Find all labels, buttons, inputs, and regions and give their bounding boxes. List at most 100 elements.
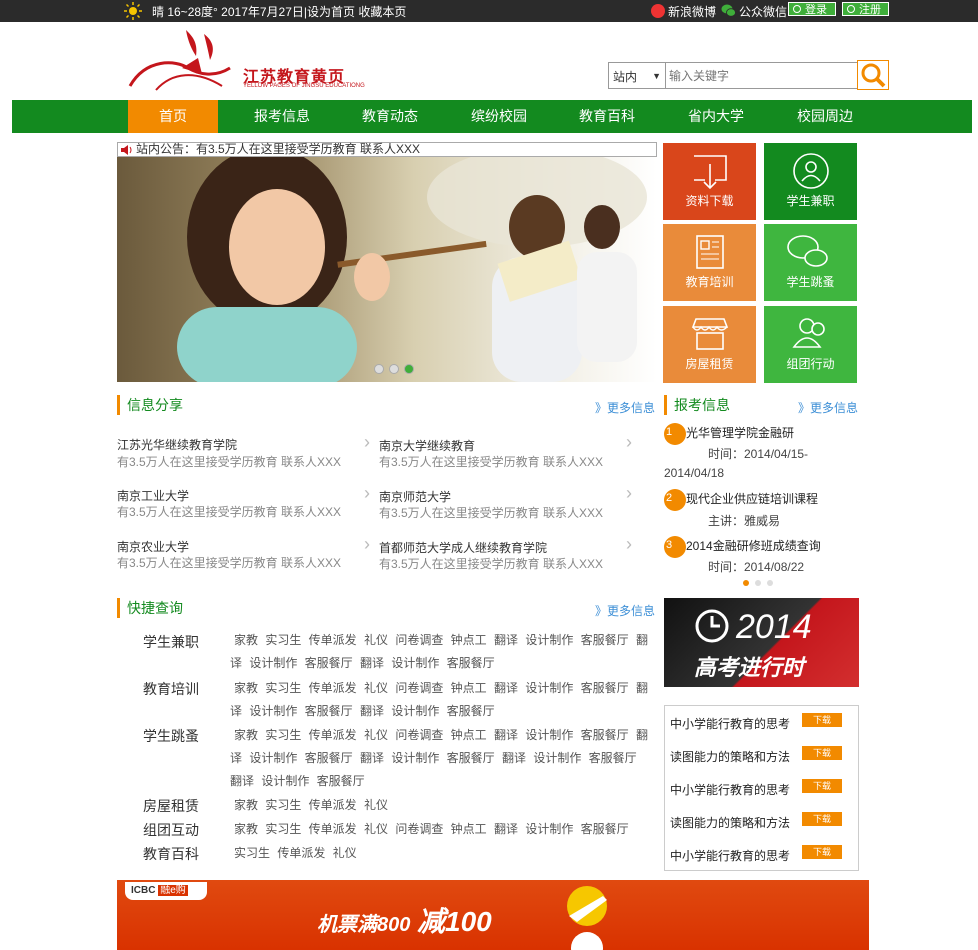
gaokao-2014-banner[interactable]: 2014 高考进行时 bbox=[664, 598, 859, 687]
tile-part-time[interactable]: 学生兼职 bbox=[764, 143, 857, 220]
search-scope-select[interactable]: 站内 ▼ bbox=[608, 62, 666, 89]
tile-download[interactable]: 资料下载 bbox=[663, 143, 756, 220]
quick-query-more-link[interactable]: 》更多信息 bbox=[595, 602, 655, 619]
logo-mark bbox=[128, 30, 231, 91]
login-button[interactable]: 登录 bbox=[788, 2, 836, 16]
query-category[interactable]: 组团互动 bbox=[143, 820, 199, 840]
query-tags[interactable]: 家教 实习生 传单派发 礼仪 bbox=[234, 794, 655, 817]
chevron-right-icon[interactable]: › bbox=[626, 483, 632, 504]
nav-item-edu-news[interactable]: 教育动态 bbox=[345, 100, 435, 133]
sun-icon bbox=[124, 2, 142, 20]
wechat-icon[interactable] bbox=[721, 4, 736, 17]
exam-item-time: 时间：2014/04/15- bbox=[708, 447, 809, 461]
chevron-right-icon[interactable]: › bbox=[364, 534, 370, 555]
exam-pager-dot-1[interactable] bbox=[743, 580, 749, 586]
exam-item-time: 时间：2014/08/22 bbox=[708, 560, 805, 574]
download-item-title[interactable]: 读图能力的策略和方法 bbox=[670, 748, 790, 765]
info-share-more-link[interactable]: 》更多信息 bbox=[595, 399, 655, 416]
tile-flea-market-label: 学生跳蚤 bbox=[786, 275, 835, 289]
query-category[interactable]: 学生跳蚤 bbox=[143, 726, 199, 746]
chevron-right-icon[interactable]: › bbox=[364, 483, 370, 504]
carousel-dot-2[interactable] bbox=[389, 364, 399, 374]
exam-info-more-link[interactable]: 》更多信息 bbox=[798, 399, 858, 416]
search-input[interactable] bbox=[666, 62, 859, 89]
share-item-title[interactable]: 南京大学继续教育 bbox=[379, 437, 475, 454]
query-category[interactable]: 学生兼职 bbox=[143, 632, 199, 652]
nav-item-campus-nearby[interactable]: 校园周边 bbox=[780, 100, 870, 133]
exam-item-time-end: 2014/04/18 bbox=[664, 466, 725, 480]
query-tags[interactable]: 家教 实习生 传单派发 礼仪 问卷调查 钟点工 翻译 设计制作 客服餐厅 翻译 … bbox=[230, 724, 655, 793]
download-item-title[interactable]: 中小学能行教育的思考 bbox=[670, 847, 790, 864]
tile-training[interactable]: 教育培训 bbox=[663, 224, 756, 301]
exam-pager-dot-2[interactable] bbox=[755, 580, 761, 586]
tile-group[interactable]: 组团行动 bbox=[764, 306, 857, 383]
download-item-title[interactable]: 中小学能行教育的思考 bbox=[670, 715, 790, 732]
tile-group-label: 组团行动 bbox=[786, 357, 835, 371]
clock-icon bbox=[695, 609, 729, 643]
share-item-title[interactable]: 南京农业大学 bbox=[117, 538, 189, 555]
download-item-title[interactable]: 读图能力的策略和方法 bbox=[670, 814, 790, 831]
query-tags[interactable]: 实习生 传单派发 礼仪 bbox=[234, 842, 655, 865]
download-button[interactable]: 下载 bbox=[802, 845, 842, 859]
login-label: 登录 bbox=[805, 4, 827, 16]
share-item-desc: 有3.5万人在这里接受学历教育 联系人XXX bbox=[379, 506, 604, 520]
search-scope-value: 站内 bbox=[613, 70, 638, 84]
share-item-title[interactable]: 首都师范大学成人继续教育学院 bbox=[379, 539, 547, 556]
nav-item-home[interactable]: 首页 bbox=[128, 100, 218, 133]
share-item-title[interactable]: 南京工业大学 bbox=[117, 487, 189, 504]
students-photo bbox=[177, 157, 647, 382]
exam-item-title[interactable]: 2014金融研修班成绩查询 bbox=[686, 537, 821, 554]
user-icon bbox=[793, 5, 801, 13]
tile-training-label: 教育培训 bbox=[685, 275, 734, 289]
search-button[interactable] bbox=[857, 60, 889, 90]
share-item-desc: 有3.5万人在这里接受学历教育 联系人XXX bbox=[117, 455, 342, 469]
share-item-desc: 有3.5万人在这里接受学历教育 联系人XXX bbox=[117, 505, 342, 519]
promo-year: 2014 bbox=[736, 608, 812, 646]
nav-item-campus[interactable]: 缤纷校园 bbox=[454, 100, 544, 133]
query-category[interactable]: 教育培训 bbox=[143, 679, 199, 699]
chevron-right-icon[interactable]: › bbox=[364, 432, 370, 453]
logo-subtitle: YELLOW PAGES OF JINGSU EDUCATIONG bbox=[243, 83, 365, 89]
ad-banner[interactable]: ICBC 融e购 机票满800 减100 bbox=[117, 880, 869, 950]
user-circle-icon bbox=[793, 153, 829, 189]
download-button[interactable]: 下载 bbox=[802, 779, 842, 793]
promo-text: 高考进行时 bbox=[694, 655, 805, 680]
download-button[interactable]: 下载 bbox=[802, 713, 842, 727]
download-item-title[interactable]: 中小学能行教育的思考 bbox=[670, 781, 790, 798]
weather-date-text[interactable]: 晴 16~28度° 2017年7月27日|设为首页 收藏本页 bbox=[152, 3, 406, 20]
exam-item-title[interactable]: 现代企业供应链培训课程 bbox=[686, 490, 818, 507]
exam-pager-dot-3[interactable] bbox=[767, 580, 773, 586]
query-category[interactable]: 教育百科 bbox=[143, 844, 199, 864]
weibo-icon[interactable] bbox=[651, 4, 665, 18]
carousel-dot-1[interactable] bbox=[374, 364, 384, 374]
wechat-link[interactable]: 公众微信 bbox=[739, 3, 787, 20]
weibo-link[interactable]: 新浪微博 bbox=[668, 3, 716, 20]
nav-item-edu-wiki[interactable]: 教育百科 bbox=[562, 100, 652, 133]
quick-query-heading: 快捷查询 bbox=[117, 598, 183, 618]
ad-brand: ICBC bbox=[131, 885, 156, 896]
site-logo[interactable]: 江苏教育黄页 YELLOW PAGES OF JINGSU EDUCATIONG bbox=[126, 28, 365, 98]
share-item-title[interactable]: 南京师范大学 bbox=[379, 488, 451, 505]
exam-item-title[interactable]: 光华管理学院金融研 bbox=[686, 424, 794, 441]
share-item-desc: 有3.5万人在这里接受学历教育 联系人XXX bbox=[117, 556, 342, 570]
chevron-right-icon[interactable]: › bbox=[626, 534, 632, 555]
download-button[interactable]: 下载 bbox=[802, 812, 842, 826]
query-category[interactable]: 房屋租赁 bbox=[143, 796, 199, 816]
nav-item-exam-info[interactable]: 报考信息 bbox=[237, 100, 327, 133]
hero-banner-image[interactable] bbox=[117, 157, 657, 382]
tile-part-time-label: 学生兼职 bbox=[786, 194, 835, 208]
chevron-right-icon[interactable]: › bbox=[626, 432, 632, 453]
query-tags[interactable]: 家教 实习生 传单派发 礼仪 问卷调查 钟点工 翻译 设计制作 客服餐厅 bbox=[234, 818, 655, 841]
share-item-title[interactable]: 江苏光华继续教育学院 bbox=[117, 436, 237, 453]
nav-item-universities[interactable]: 省内大学 bbox=[671, 100, 761, 133]
carousel-dot-3[interactable] bbox=[404, 364, 414, 374]
tile-housing[interactable]: 房屋租赁 bbox=[663, 306, 756, 383]
register-button[interactable]: 注册 bbox=[842, 2, 889, 16]
query-tags[interactable]: 家教 实习生 传单派发 礼仪 问卷调查 钟点工 翻译 设计制作 客服餐厅 翻译 … bbox=[230, 677, 655, 723]
tile-flea-market[interactable]: 学生跳蚤 bbox=[764, 224, 857, 301]
query-tags[interactable]: 家教 实习生 传单派发 礼仪 问卷调查 钟点工 翻译 设计制作 客服餐厅 翻译 … bbox=[230, 629, 655, 675]
top-bar: 晴 16~28度° 2017年7月27日|设为首页 收藏本页 新浪微博 公众微信… bbox=[0, 0, 978, 22]
chat-bubbles-icon bbox=[787, 235, 828, 267]
notice-text[interactable]: 站内公告：有3.5万人在这里接受学历教育 联系人XXX bbox=[136, 142, 420, 156]
download-button[interactable]: 下载 bbox=[802, 746, 842, 760]
